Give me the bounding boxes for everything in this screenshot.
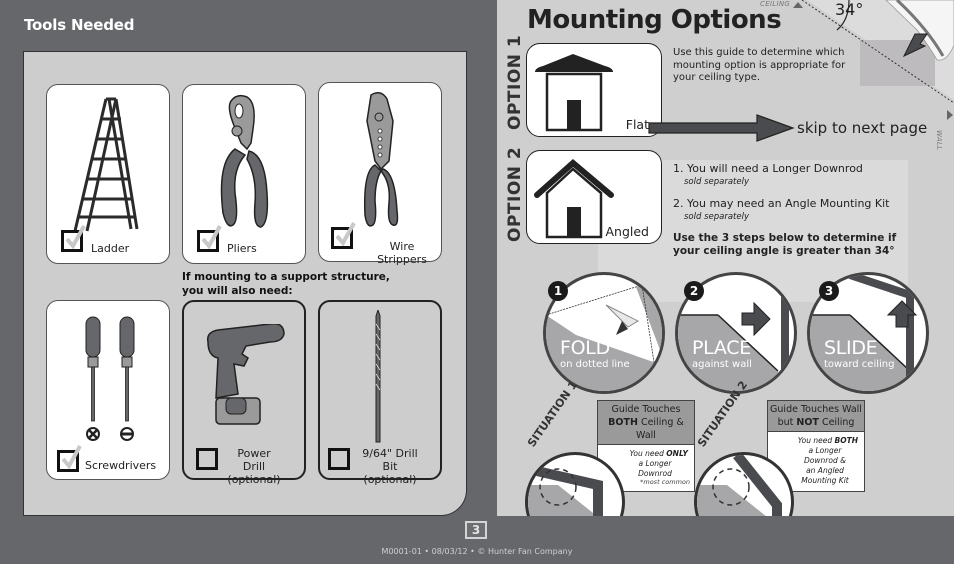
heading-prefix: but [777, 417, 797, 428]
skip-to-next-page-link[interactable]: skip to next page [797, 119, 927, 137]
heading-rest: Ceiling & Wall [636, 417, 684, 441]
tool-label: Wire Strippers [377, 240, 427, 266]
screwdrivers-checkbox[interactable] [57, 445, 82, 472]
angled-ceiling-house-icon [534, 159, 614, 239]
support-structure-note: If mounting to a support structure, you … [182, 270, 390, 298]
wall-triangle-icon [947, 110, 953, 120]
result-emphasis: ONLY [666, 449, 688, 458]
tool-label: 9/64" Drill Bit (optional) [354, 447, 426, 486]
ladder-icon [73, 97, 139, 232]
tool-name: Power Drill [237, 447, 271, 473]
heading-line1: Guide Touches Wall [770, 404, 862, 415]
support-note-line1: If mounting to a support structure, [182, 271, 390, 283]
page-number: 3 [465, 521, 487, 539]
requirement-note: sold separately [684, 177, 750, 187]
result-line: a Longer [638, 459, 672, 468]
heading-line2: BOTH Ceiling & Wall [599, 416, 693, 442]
tool-card-pliers: Pliers [182, 84, 306, 264]
tool-card-power-drill: Power Drill (optional) [182, 300, 306, 486]
flathead-icon [120, 427, 134, 441]
tools-needed-heading: Tools Needed [24, 16, 135, 34]
flat-ceiling-house-icon [535, 54, 613, 132]
drill-bit-checkbox[interactable] [328, 448, 350, 470]
tool-label: Pliers [227, 242, 257, 255]
tool-label: Screwdrivers [85, 459, 157, 472]
phillips-head-icon [86, 427, 100, 441]
angled-label: Angled [605, 224, 649, 239]
situation2-heading: Guide Touches Wall but NOT Ceiling [768, 401, 864, 432]
tool-card-wire-strippers: Wire Strippers [318, 82, 442, 266]
skip-arrow-icon [648, 114, 795, 142]
heading-line1: Guide Touches [611, 404, 681, 415]
arrow-right-icon [741, 301, 771, 337]
situation1-heading: Guide Touches BOTH Ceiling & Wall [598, 401, 694, 445]
option2-angled-card: Angled [526, 150, 662, 244]
result-line: a Longer [808, 446, 842, 455]
option2-requirements-list: 1. You will need a Longer Downrod sold s… [673, 162, 903, 258]
heading-rest: Ceiling [818, 417, 855, 428]
tool-label: Ladder [91, 242, 130, 255]
heading-emphasis: NOT [796, 417, 819, 428]
tool-optional-note: (optional) [227, 473, 281, 486]
heading-line2: but NOT Ceiling [769, 416, 863, 429]
checkmark-icon [62, 445, 82, 469]
tool-card-ladder: Ladder [46, 84, 170, 264]
requirement-note: sold separately [684, 212, 750, 222]
wire-strippers-icon [363, 92, 399, 227]
requirement-text: 2. You may need an Angle Mounting Kit [673, 197, 890, 210]
step-number-badge: 1 [548, 281, 568, 301]
tool-name: 9/64" Drill Bit [362, 447, 418, 473]
result-emphasis: BOTH [834, 436, 859, 445]
flat-label: Flat [625, 117, 649, 132]
tool-card-screwdrivers: Screwdrivers [46, 300, 170, 480]
intro-text: Use this guide to determine which mounti… [673, 47, 846, 83]
footer-copyright: M0001-01 • 08/03/12 • © Hunter Fan Compa… [381, 547, 573, 556]
option1-flat-card: Flat [526, 43, 662, 137]
step-number-badge: 2 [684, 281, 704, 301]
step-subtitle: toward ceiling [824, 359, 895, 370]
most-common-note: *most common [640, 478, 690, 486]
support-note-line2: you will also need: [182, 285, 293, 297]
heading-emphasis: BOTH [608, 417, 638, 428]
requirement-text: 1. You will need a Longer Downrod [673, 162, 863, 175]
requirement-item: 2. You may need an Angle Mounting Kit so… [673, 197, 903, 223]
mounting-options-title: Mounting Options [527, 5, 782, 35]
instruction-line2: your ceiling angle is greater than 34° [673, 245, 895, 257]
steps-instruction: Use the 3 steps below to determine if yo… [673, 232, 903, 258]
power-drill-checkbox[interactable] [196, 448, 218, 470]
power-drill-icon [206, 324, 285, 425]
screwdrivers-icon [85, 316, 135, 441]
tool-card-drill-bit: 9/64" Drill Bit (optional) [318, 300, 442, 486]
checkmark-icon [66, 225, 86, 249]
manual-page-spread: Tools Needed Ladder Pliers Wire Stripper… [0, 0, 954, 564]
requirement-item: 1. You will need a Longer Downrod sold s… [673, 162, 903, 188]
instruction-line1: Use the 3 steps below to determine if [673, 232, 897, 244]
step-subtitle: on dotted line [560, 359, 630, 370]
tool-optional-note: (optional) [363, 473, 417, 486]
mounting-options-page: CEILING 34° WALL Mounting Options OPTION… [497, 0, 954, 516]
step-subtitle: against wall [692, 359, 752, 370]
result-prefix: You need [797, 436, 835, 445]
drill-bit-icon [375, 310, 381, 443]
result-prefix: You need [629, 449, 667, 458]
checkmark-icon [336, 222, 356, 246]
wall-label: WALL [935, 130, 943, 151]
step-number-badge: 3 [819, 281, 839, 301]
step-title: FOLD [560, 337, 610, 359]
step-title: PLACE [692, 337, 751, 359]
wire-strippers-checkbox[interactable] [331, 222, 356, 249]
pliers-checkbox[interactable] [197, 225, 222, 252]
step-title: SLIDE [824, 337, 878, 359]
option1-label: OPTION 1 [505, 34, 525, 130]
ceiling-triangle-icon [793, 2, 803, 8]
option2-label: OPTION 2 [505, 146, 525, 242]
angle-label: 34° [835, 0, 864, 19]
result-line: Downrod & [804, 456, 846, 465]
pliers-icon [220, 94, 269, 228]
tool-label: Power Drill (optional) [226, 447, 282, 486]
ladder-checkbox[interactable] [61, 225, 86, 252]
checkmark-icon [202, 225, 222, 249]
result-line: an Angled [806, 466, 844, 475]
